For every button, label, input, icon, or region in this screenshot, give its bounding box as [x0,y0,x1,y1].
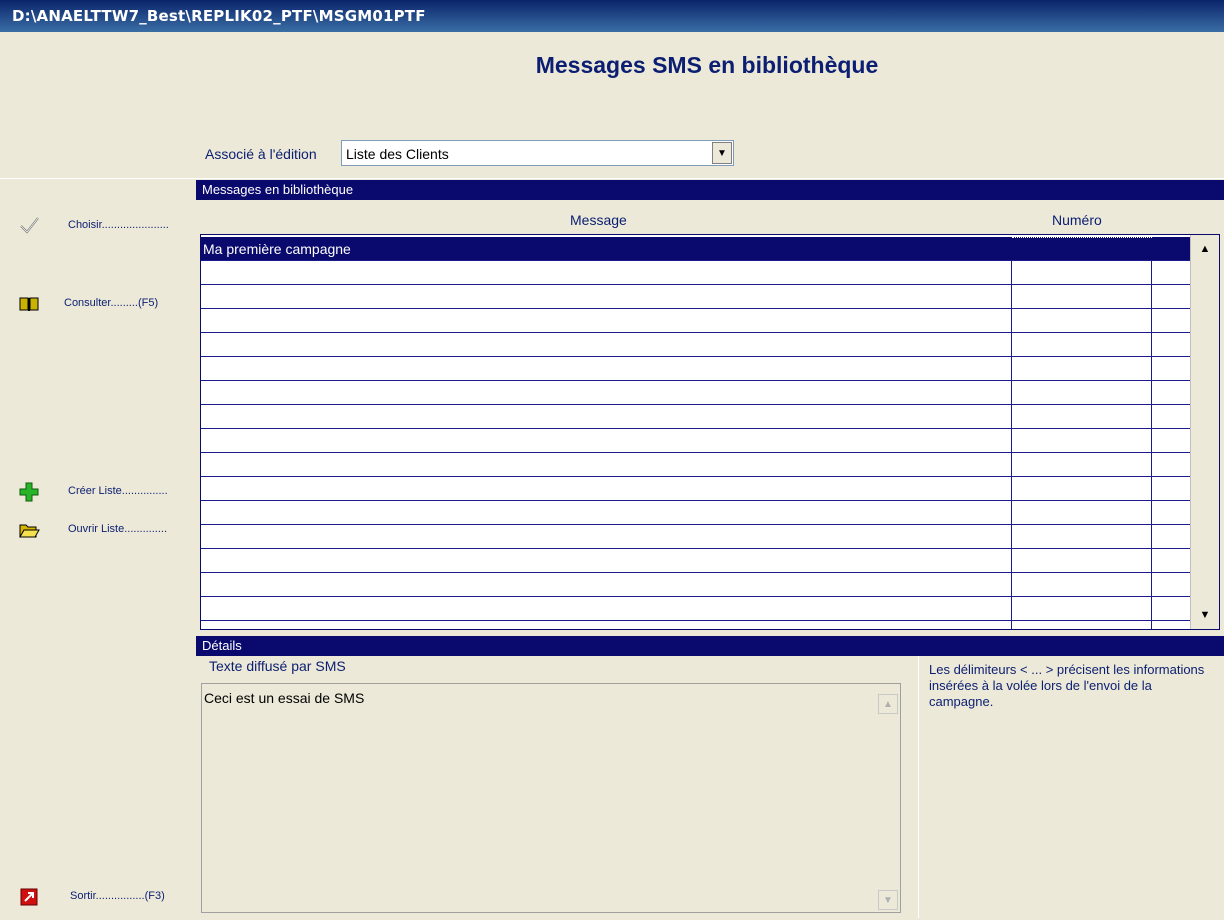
open-folder-icon [19,524,40,538]
table-row[interactable] [201,429,1192,453]
table-row[interactable] [201,333,1192,357]
text-scrollbar[interactable]: ▲ ▼ [876,684,900,912]
table-row[interactable] [201,525,1192,549]
sms-text-field[interactable]: Ceci est un essai de SMS ▲ ▼ [201,683,901,913]
book-icon [19,297,39,311]
table-row[interactable] [201,357,1192,381]
table-row[interactable] [201,621,1192,629]
table-row[interactable] [201,381,1192,405]
table-row[interactable] [201,405,1192,429]
sidebar-item-creer-liste[interactable]: Créer Liste............... [0,477,190,505]
sidebar-item-label: Choisir...................... [68,219,169,231]
separator-line [0,178,1224,179]
table-scrollbar[interactable]: ▲ ▼ [1190,235,1219,629]
table-row[interactable] [201,309,1192,333]
sidebar-item-ouvrir-liste[interactable]: Ouvrir Liste.............. [0,515,190,543]
exit-icon [20,888,38,906]
sidebar-item-consulter[interactable]: Consulter.........(F5) [0,289,190,317]
sidebar-item-choisir[interactable]: Choisir...................... [0,211,190,239]
table-row[interactable] [201,549,1192,573]
table-row[interactable]: Ma première campagne [201,237,1192,261]
cell-numero [1012,237,1152,260]
table-row[interactable] [201,453,1192,477]
scroll-up-icon[interactable]: ▲ [878,694,898,714]
edition-label: Associé à l'édition [205,146,317,162]
scroll-down-icon[interactable]: ▼ [878,890,898,910]
table-row[interactable] [201,501,1192,525]
table-row[interactable] [201,573,1192,597]
delimiter-hint: Les délimiteurs < ... > précisent les in… [929,662,1205,709]
table-row[interactable] [201,597,1192,621]
page-title: Messages SMS en bibliothèque [535,52,879,78]
library-section-header: Messages en bibliothèque [196,180,1224,200]
table-row[interactable] [201,477,1192,501]
messages-table[interactable]: Ma première campagne ▲ ▼ [200,234,1220,630]
sidebar-item-label: Ouvrir Liste.............. [68,523,168,535]
sidebar-item-label: Sortir................(F3) [70,890,165,902]
checkmark-icon [20,217,39,234]
edition-select[interactable]: Liste des Clients ▼ [341,140,734,166]
dropdown-arrow-icon[interactable]: ▼ [712,142,732,164]
green-plus-icon [19,482,39,502]
details-text-label: Texte diffusé par SMS [209,658,346,674]
column-header-numero[interactable]: Numéro [1052,212,1102,228]
scroll-down-icon[interactable]: ▼ [1193,603,1217,627]
details-divider [918,656,919,918]
details-section-header: Détails [196,636,1224,656]
sidebar-item-sortir[interactable]: Sortir................(F3) [0,882,190,910]
edition-select-value: Liste des Clients [346,146,449,162]
column-header-message[interactable]: Message [570,212,627,228]
table-row[interactable] [201,261,1192,285]
cell-message: Ma première campagne [203,241,351,257]
sidebar-item-label: Consulter.........(F5) [64,297,159,309]
scroll-up-icon[interactable]: ▲ [1193,237,1217,261]
window-titlebar: D:\ANAELTTW7_Best\REPLIK02_PTF\MSGM01PTF [0,0,1224,32]
sms-text-value: Ceci est un essai de SMS [204,690,365,706]
window-title: D:\ANAELTTW7_Best\REPLIK02_PTF\MSGM01PTF [12,7,426,25]
sidebar-item-label: Créer Liste............... [68,485,168,497]
table-row[interactable] [201,285,1192,309]
